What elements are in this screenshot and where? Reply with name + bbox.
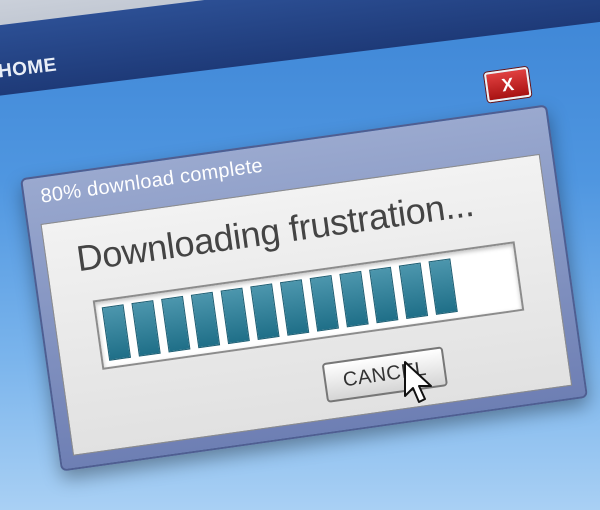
progress-segment [339,270,369,328]
close-button[interactable]: X [483,66,532,103]
progress-segment [309,275,339,332]
mouse-cursor-icon [404,361,432,403]
dialog-body: Downloading frustration... CANCEL [40,153,573,456]
progress-segment [190,291,221,349]
progress-segment [250,283,280,340]
close-icon: X [500,73,515,95]
progress-segment [161,295,191,353]
progress-segment [101,304,132,361]
progress-segment [428,258,458,315]
download-dialog: 80% download complete X Downloading frus… [19,66,589,472]
progress-fill [101,258,458,361]
progress-segment [220,287,250,345]
progress-segment [369,266,399,324]
progress-segment [279,279,310,336]
progress-segment [131,300,161,357]
progress-segment [398,262,429,320]
